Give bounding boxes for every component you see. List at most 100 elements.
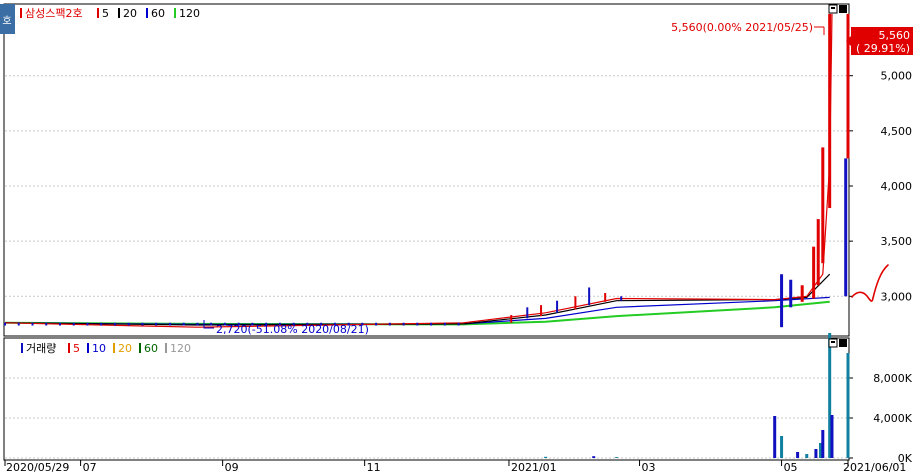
candle — [821, 147, 825, 264]
candle — [168, 322, 171, 326]
stock-chart: 2020/05/29 07 09 11 2021/01 03 05 2021/06/01 3,… — [0, 3, 913, 474]
candle — [388, 322, 391, 326]
price-y-tick-label: 3,500 — [881, 235, 913, 248]
candle — [72, 322, 75, 326]
candle — [17, 322, 20, 326]
volume-legend-swatch-ma — [87, 343, 89, 353]
price-y-tick-label: 3,000 — [881, 290, 913, 303]
volume-legend-label: 5 — [73, 342, 80, 355]
volume-bar — [821, 430, 825, 458]
last-change-label: ( 29.91%) — [856, 42, 910, 55]
candle — [182, 322, 185, 326]
volume-bar — [805, 454, 809, 458]
volume-legend-swatch — [21, 343, 23, 353]
legend-name-swatch — [20, 8, 22, 18]
candle — [574, 296, 577, 310]
price-legend-swatch — [97, 8, 99, 18]
x-tick-label: 2021/01 — [511, 461, 557, 474]
x-tick-label: 09 — [225, 461, 239, 474]
x-tick-label: 05 — [784, 461, 798, 474]
candle — [540, 305, 543, 317]
price-legend-label: 120 — [179, 7, 200, 20]
candle — [620, 296, 623, 301]
candle — [844, 158, 848, 297]
candle — [375, 322, 378, 326]
price-legend-swatch — [174, 8, 176, 18]
volume-panel-close-button[interactable] — [839, 339, 847, 347]
price-legend-label: 5 — [102, 7, 109, 20]
volume-bar — [796, 452, 800, 458]
candle — [58, 322, 61, 326]
volume-legend-label: 20 — [118, 342, 132, 355]
candle — [457, 322, 460, 326]
volume-bar — [830, 415, 834, 458]
price-legend-swatch — [118, 8, 120, 18]
volume-bar — [615, 457, 619, 458]
candle — [210, 322, 213, 326]
candle — [588, 287, 591, 306]
price-legend-label: 60 — [151, 7, 165, 20]
price-y-tick-label: 4,500 — [881, 125, 913, 138]
candle — [828, 13, 832, 209]
volume-panel-restore-inner — [831, 341, 835, 343]
volume-legend-label: 10 — [92, 342, 106, 355]
candle — [526, 307, 529, 319]
volume-bar — [814, 449, 818, 458]
candle — [402, 322, 405, 326]
price-legend-label: 20 — [123, 7, 137, 20]
high-annotation: 5,560(0.00% 2021/05/25) — [671, 21, 813, 34]
last-price-label: 5,560 — [879, 29, 911, 42]
candle — [812, 246, 816, 299]
volume-legend-name: 거래량 — [26, 342, 56, 355]
volume-y-tick-label: 0K — [898, 452, 913, 465]
candle — [846, 13, 850, 159]
price-y-tick-label: 5,000 — [881, 70, 913, 83]
candle — [86, 322, 89, 326]
volume-panel-frame — [3, 337, 850, 461]
candle — [100, 322, 103, 326]
candle — [789, 279, 793, 308]
candle — [443, 322, 446, 326]
candle — [510, 315, 513, 323]
volume-y-tick-label: 8,000K — [873, 372, 912, 385]
price-panel-frame — [3, 3, 850, 337]
candle — [416, 322, 419, 326]
volume-y-axis: 0K 4,000K 8,000K — [849, 372, 913, 465]
volume-legend-swatch-ma — [113, 343, 115, 353]
volume-bar — [780, 436, 784, 458]
price-y-tick-label: 4,000 — [881, 180, 913, 193]
volume-legend-label: 120 — [170, 342, 191, 355]
price-legend-swatch — [146, 8, 148, 18]
candle — [141, 322, 144, 326]
candle — [430, 322, 433, 326]
low-annotation: 2,720(-51.08% 2020/08/21) — [216, 323, 369, 336]
x-tick-label: 11 — [367, 461, 381, 474]
volume-legend-swatch-ma — [165, 343, 167, 353]
price-panel-restore-inner — [831, 7, 835, 9]
candle — [4, 322, 6, 326]
x-tick-label: 07 — [83, 461, 97, 474]
volume-y-tick-label: 4,000K — [873, 412, 912, 425]
volume-bar — [544, 456, 548, 458]
volume-bar — [846, 353, 850, 458]
candle — [155, 322, 158, 326]
candle — [113, 322, 116, 326]
x-axis: 2020/05/29 07 09 11 2021/01 03 05 2021/06/01 — [4, 460, 906, 474]
candle — [127, 322, 130, 326]
price-panel-close-button[interactable] — [839, 5, 847, 13]
candle — [31, 322, 34, 326]
price-legend-name: 삼성스팩2호 — [25, 7, 83, 20]
volume-bar — [773, 416, 777, 458]
x-tick-label: 03 — [642, 461, 656, 474]
candle — [816, 219, 820, 286]
candle — [604, 292, 607, 302]
candle — [45, 322, 48, 326]
candle — [800, 285, 804, 302]
volume-bar — [592, 456, 596, 458]
candle — [196, 322, 199, 326]
candle — [556, 300, 559, 313]
x-tick-label: 2020/05/29 — [6, 461, 69, 474]
price-y-axis: 3,000 3,500 4,000 4,500 5,000 — [849, 70, 913, 303]
badge-label: 호 — [2, 15, 11, 27]
volume-legend-swatch-ma — [139, 343, 141, 353]
